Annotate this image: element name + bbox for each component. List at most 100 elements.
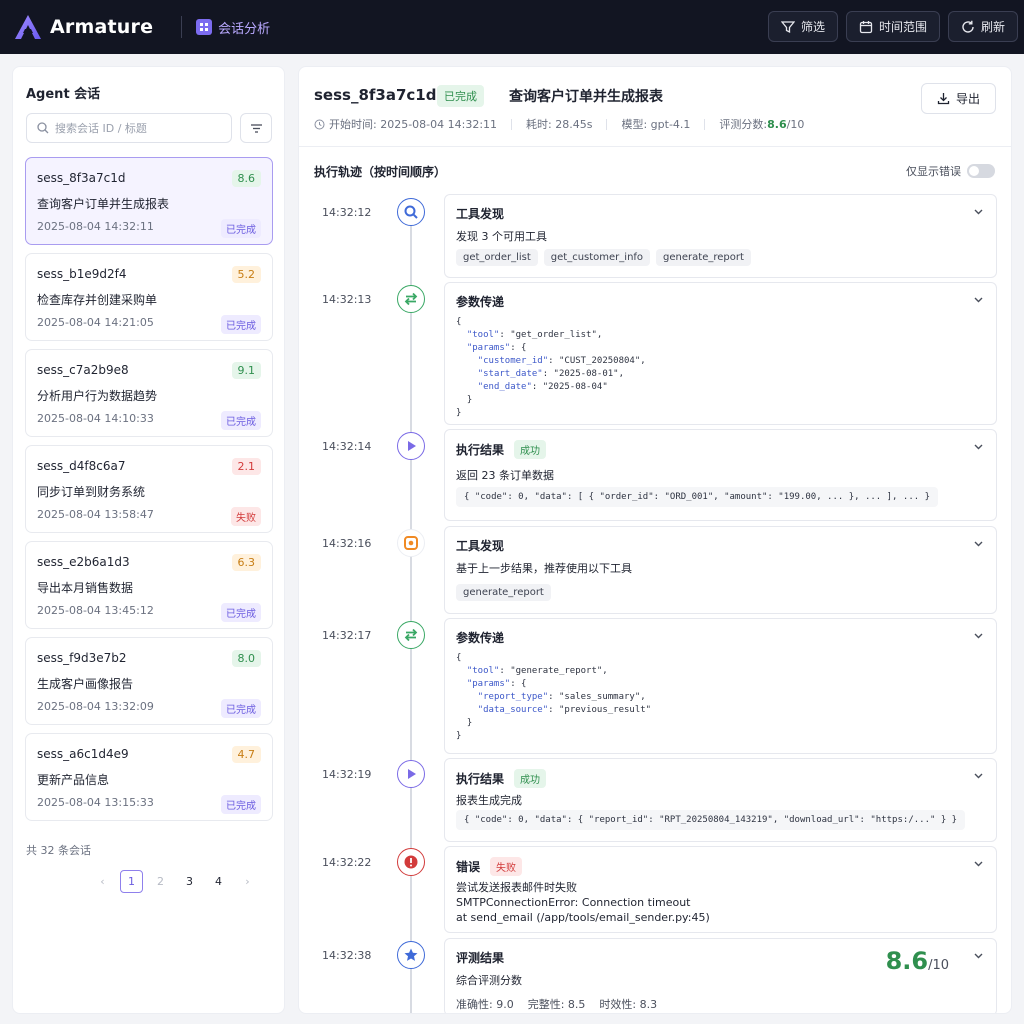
step-desc: 返回 23 条订单数据 — [456, 469, 554, 482]
error-line: 尝试发送报表邮件时失败 — [456, 881, 577, 894]
search-box[interactable] — [26, 113, 232, 143]
step-desc: 综合评测分数 — [456, 974, 522, 987]
status-badge: 已完成 — [221, 699, 261, 718]
play-icon — [397, 760, 425, 788]
session-item[interactable]: sess_d4f8c6a7 2.1 同步订单到财务系统 2025-08-04 1… — [25, 445, 273, 533]
tool-pill: generate_report — [456, 584, 551, 601]
logo[interactable]: Armature — [14, 14, 153, 40]
session-total: 共 32 条会话 — [26, 844, 91, 857]
timeline-line — [410, 212, 412, 1013]
chevron-down-icon[interactable] — [973, 441, 984, 452]
divider — [299, 146, 1011, 147]
step-time: 14:32:14 — [322, 440, 372, 453]
errors-only-label: 仅显示错误 — [906, 165, 961, 178]
tool-pill: get_customer_info — [543, 249, 651, 266]
filter-button[interactable]: 筛选 — [767, 11, 838, 42]
session-panel: Agent 会话 sess_8f3a7c1d 8.6 查询客户订单并生成报表 2… — [12, 66, 285, 1014]
session-time: 2025-08-04 13:15:33 — [37, 796, 154, 809]
search-icon — [397, 198, 425, 226]
prev-page-button[interactable]: ‹ — [91, 870, 114, 893]
search-icon — [37, 122, 49, 134]
chevron-down-icon[interactable] — [973, 858, 984, 869]
session-time: 2025-08-04 14:10:33 — [37, 412, 154, 425]
session-time: 2025-08-04 14:32:11 — [37, 220, 154, 233]
start-time: 开始时间: 2025-08-04 14:32:11 — [329, 118, 498, 131]
export-button[interactable]: 导出 — [921, 83, 996, 114]
timeliness-score: 时效性: 8.3 — [599, 998, 658, 1011]
chevron-down-icon[interactable] — [973, 630, 984, 641]
filter-icon — [780, 20, 795, 33]
step-card[interactable]: 工具发现 基于上一步结果，推荐使用以下工具 generate_report — [444, 526, 997, 614]
session-title: 查询客户订单并生成报表 — [37, 197, 170, 211]
page-button[interactable]: 2 — [149, 870, 172, 893]
page-button[interactable]: 4 — [207, 870, 230, 893]
step-title: 错误 — [456, 860, 481, 874]
page-button[interactable]: 3 — [178, 870, 201, 893]
next-page-button[interactable]: › — [236, 870, 259, 893]
play-icon — [397, 432, 425, 460]
step-time: 14:32:16 — [322, 537, 372, 550]
chevron-down-icon[interactable] — [973, 294, 984, 305]
step-desc: 基于上一步结果，推荐使用以下工具 — [456, 562, 632, 575]
chevron-down-icon[interactable] — [973, 950, 984, 961]
score-badge: 4.7 — [231, 746, 261, 763]
calendar-icon — [859, 20, 873, 33]
score-badge: 6.3 — [231, 554, 261, 571]
duration: 耗时: 28.45s — [526, 118, 593, 131]
score-badge: 8.6 — [231, 170, 261, 187]
tool-pill: generate_report — [656, 249, 751, 266]
session-item[interactable]: sess_a6c1d4e9 4.7 更新产品信息 2025-08-04 13:1… — [25, 733, 273, 821]
section-label: 会话分析 — [218, 21, 271, 37]
chevron-down-icon[interactable] — [973, 206, 984, 217]
step-card[interactable]: 工具发现 发现 3 个可用工具 get_order_list get_custom… — [444, 194, 997, 278]
step-desc: 发现 3 个可用工具 — [456, 230, 547, 243]
session-item[interactable]: sess_e2b6a1d3 6.3 导出本月销售数据 2025-08-04 13… — [25, 541, 273, 629]
session-time: 2025-08-04 13:32:09 — [37, 700, 154, 713]
step-title: 执行结果 — [456, 443, 505, 457]
tool-pill: get_order_list — [456, 249, 538, 266]
swap-icon — [397, 621, 425, 649]
top-bar: Armature 会话分析 筛选 时间范围 刷新 — [0, 0, 1024, 54]
toggle-switch[interactable] — [967, 164, 995, 178]
chevron-down-icon[interactable] — [973, 770, 984, 781]
step-card[interactable]: 评测结果 综合评测分数 8.6/10 准确性: 9.0 完整性: 8.5 时效性… — [444, 938, 997, 1013]
success-badge: 成功 — [514, 769, 547, 788]
step-card[interactable]: 参数传递 { "tool": "get_order_list", "params… — [444, 282, 997, 425]
step-card[interactable]: 执行结果 成功 返回 23 条订单数据 { "code": 0, "data": … — [444, 429, 997, 521]
clock-icon — [314, 119, 325, 129]
success-badge: 成功 — [514, 440, 547, 459]
session-id: sess_f9d3e7b2 — [37, 651, 127, 665]
search-input[interactable] — [55, 121, 225, 135]
completeness-score: 完整性: 8.5 — [527, 998, 586, 1011]
page-button[interactable]: 1 — [120, 870, 143, 893]
session-item[interactable]: sess_f9d3e7b2 8.0 生成客户画像报告 2025-08-04 13… — [25, 637, 273, 725]
session-time: 2025-08-04 14:21:05 — [37, 316, 154, 329]
error-icon — [397, 848, 425, 876]
chevron-down-icon[interactable] — [973, 538, 984, 549]
analysis-icon — [196, 19, 213, 35]
session-item[interactable]: sess_8f3a7c1d 8.6 查询客户订单并生成报表 2025-08-04… — [25, 157, 273, 245]
step-time: 14:32:17 — [322, 629, 372, 642]
session-item[interactable]: sess_c7a2b9e8 9.1 分析用户行为数据趋势 2025-08-04 … — [25, 349, 273, 437]
step-card[interactable]: 错误 失败 尝试发送报表邮件时失败 SMTPConnectionError: Co… — [444, 846, 997, 933]
time-range-button[interactable]: 时间范围 — [845, 11, 940, 42]
session-item[interactable]: sess_b1e9d2f4 5.2 检查库存并创建采购单 2025-08-04 … — [25, 253, 273, 341]
refresh-label: 刷新 — [980, 20, 1005, 34]
step-card[interactable]: 执行结果 成功 报表生成完成 { "code": 0, "data": { "re… — [444, 758, 997, 842]
status-badge: 已完成 — [221, 411, 261, 430]
list-filter-button[interactable] — [240, 113, 272, 143]
session-title: 生成客户画像报告 — [37, 677, 134, 691]
session-detail: sess_8f3a7c1d 已完成 查询客户订单并生成报表 导出 开始时间: 2… — [298, 66, 1012, 1014]
status-badge: 已完成 — [221, 795, 261, 814]
section-title[interactable]: 会话分析 — [196, 18, 270, 37]
overall-score: 8.6/10 — [886, 947, 949, 975]
status-badge: 已完成 — [221, 219, 261, 238]
session-title: 同步订单到财务系统 — [37, 485, 146, 499]
refresh-button[interactable]: 刷新 — [947, 11, 1018, 42]
session-id: sess_b1e9d2f4 — [37, 267, 127, 281]
errors-only-toggle[interactable]: 仅显示错误 — [906, 163, 995, 179]
tool-discovery-icon — [397, 529, 425, 557]
sort-filter-icon — [250, 123, 262, 133]
session-time: 2025-08-04 13:45:12 — [37, 604, 154, 617]
step-card[interactable]: 参数传递 { "tool": "generate_report", "param… — [444, 618, 997, 754]
